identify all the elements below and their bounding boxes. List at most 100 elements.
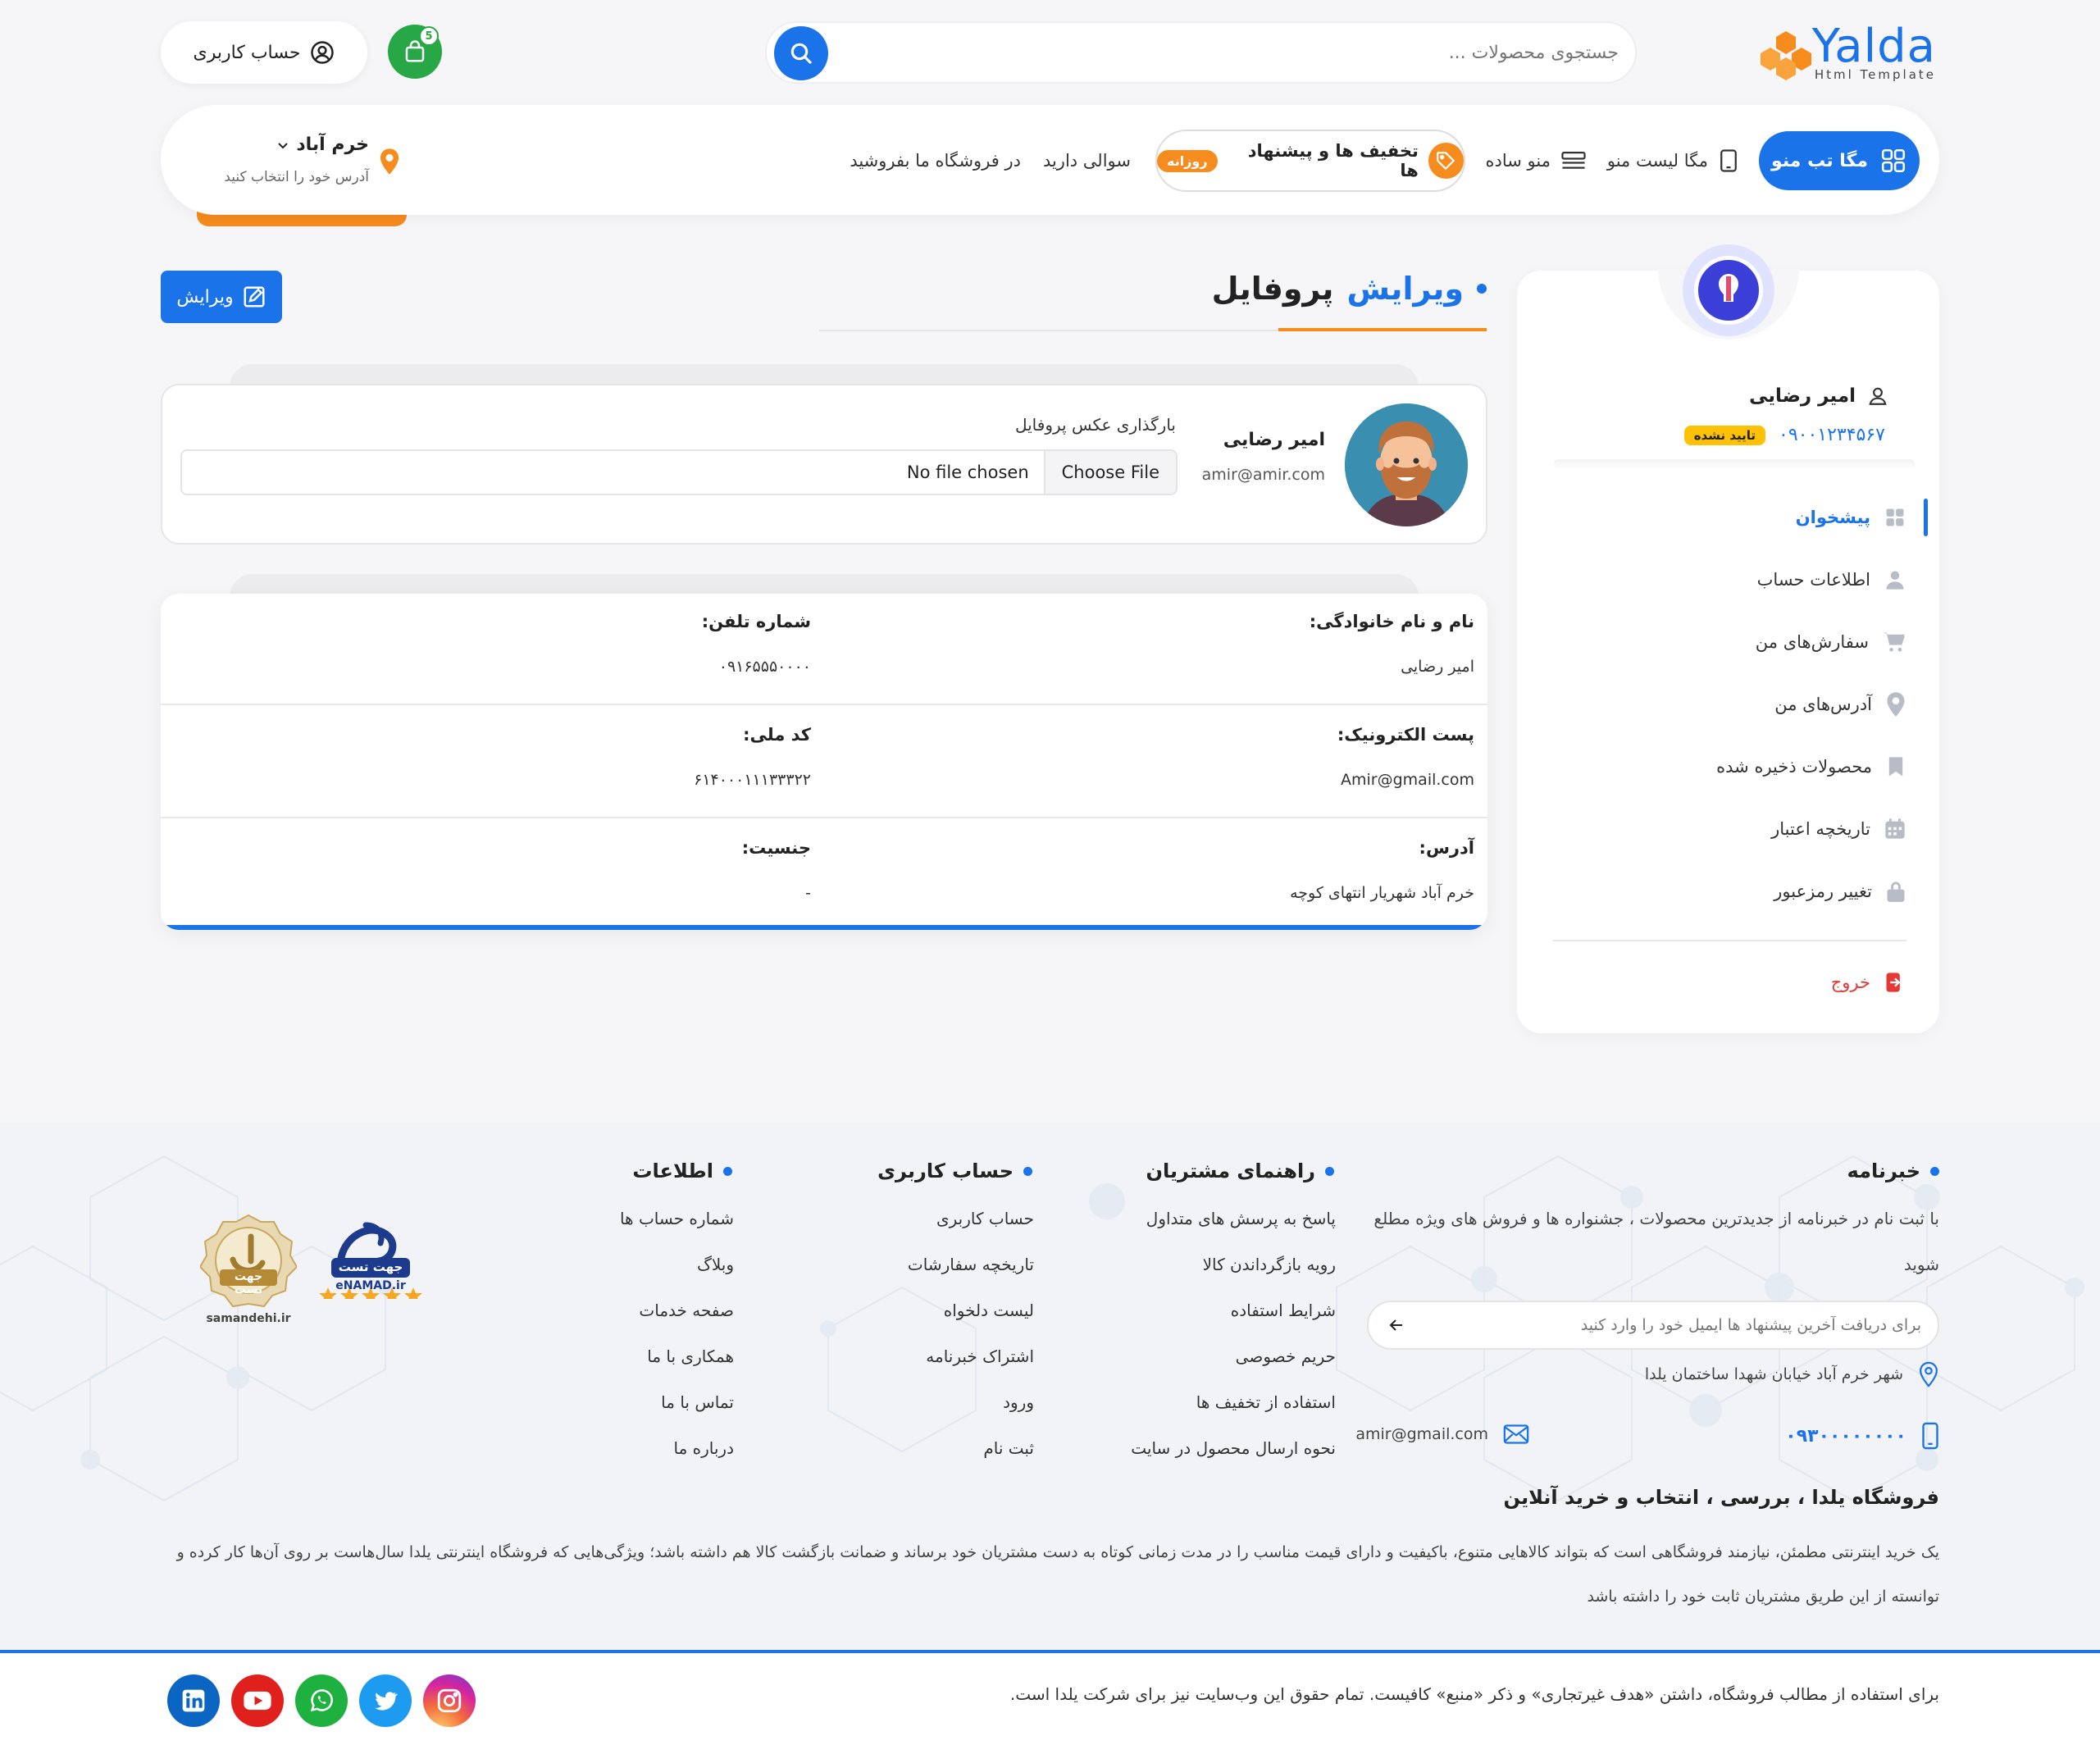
account-info-card: نام و نام خانوادگی: امیر رضایی شماره تلف…: [161, 594, 1487, 930]
search-input[interactable]: [881, 23, 1619, 82]
location-city: خرم آباد: [276, 134, 369, 155]
map-pin-icon: [1887, 692, 1905, 717]
footer-about-text: یک خرید اینترنتی مطمئن، نیازمند فروشگاهی…: [176, 1543, 1939, 1606]
nav-sell[interactable]: در فروشگاه ما بفروشید: [850, 131, 1021, 190]
nav-mega-list-menu[interactable]: مگا لیست منو: [1607, 131, 1739, 190]
copyright-bar: برای استفاده از مطالب فروشگاه، داشتن «هد…: [0, 1650, 2100, 1745]
footer-link[interactable]: استفاده از تخفیف ها: [1196, 1392, 1336, 1412]
choose-file-button[interactable]: Choose File: [1043, 451, 1176, 494]
footer-link[interactable]: شماره حساب ها: [620, 1209, 734, 1228]
user-silhouette-icon: [1886, 571, 1904, 590]
title-underline-accent: [1278, 328, 1487, 331]
footer-phone[interactable]: ۰۹۳۰۰۰۰۰۰۰۰: [1785, 1422, 1939, 1450]
samandehi-badge[interactable]: جهت تست samandehi.ir: [198, 1212, 298, 1335]
whatsapp-button[interactable]: [295, 1674, 348, 1727]
nav-mega-tab-label: مگا تب منو: [1771, 150, 1868, 171]
gender-label: جنسیت:: [741, 838, 811, 858]
sidebar-item-label: پیشخوان: [1795, 508, 1870, 527]
cart-button[interactable]: 5: [388, 25, 442, 79]
sidebar-item-credit-history[interactable]: تاریخچه اعتبار: [1771, 809, 1906, 850]
location-selector[interactable]: خرم آباد آدرس خود را انتخاب کنید: [203, 130, 400, 195]
site-logo[interactable]: Yalda Html Template: [1756, 20, 1936, 82]
bearded-man-avatar-icon: [1345, 403, 1468, 526]
dashboard-icon: [1886, 508, 1904, 526]
newsletter-submit-arrow-icon[interactable]: [1383, 1312, 1410, 1338]
logout-icon: [1886, 973, 1901, 992]
sidebar-user-name-text: امیر رضایی: [1749, 385, 1856, 407]
sidebar-item-logout[interactable]: خروج: [1831, 962, 1906, 1003]
instagram-button[interactable]: [423, 1674, 476, 1727]
sidebar-divider: [1552, 940, 1906, 941]
bookmark-icon: [1888, 757, 1903, 777]
nav-offers[interactable]: تخفیف ها و پیشنهاد ها روزانه: [1155, 130, 1465, 192]
avatar: [1694, 256, 1763, 325]
footer-link[interactable]: لیست دلخواه: [944, 1301, 1034, 1320]
sidebar-avatar[interactable]: [1683, 244, 1774, 336]
location-city-text: خرم آباد: [296, 134, 369, 155]
phone-label: شماره تلفن:: [701, 612, 811, 631]
footer-link[interactable]: اشتراک خبرنامه: [926, 1346, 1034, 1366]
footer-link[interactable]: وبلاگ: [697, 1255, 734, 1274]
user-circle-icon: [311, 41, 335, 64]
footer-link[interactable]: حریم خصوصی: [1236, 1346, 1336, 1366]
site-footer: خبرنامه با ثبت نام در خبرنامه از جدیدتری…: [0, 1123, 2100, 1648]
sidebar-item-change-password[interactable]: تغییر رمزعبور: [1774, 871, 1906, 912]
footer-link[interactable]: صفحه خدمات: [639, 1301, 734, 1320]
footer-link[interactable]: تماس با ما: [661, 1392, 734, 1412]
edit-button-label: ویرایش: [176, 286, 234, 308]
footer-link[interactable]: درباره ما: [673, 1438, 734, 1458]
profile-avatar: [1345, 403, 1468, 526]
youtube-icon: [244, 1691, 271, 1711]
sidebar-phone-text: ۰۹۰۰۱۲۳۴۵۶۷: [1779, 425, 1885, 445]
footer-link[interactable]: شرایط استفاده: [1231, 1301, 1336, 1320]
sidebar-item-label: تاریخچه اعتبار: [1771, 819, 1870, 839]
footer-info-heading: اطلاعات: [632, 1160, 732, 1182]
location-pin-icon: [1920, 1361, 1938, 1387]
title-dot: [1477, 284, 1487, 294]
footer-link[interactable]: ثبت نام: [983, 1438, 1034, 1458]
sidebar-user-name: امیر رضایی: [1749, 385, 1888, 407]
nav-simple-menu[interactable]: منو ساده: [1486, 131, 1587, 190]
edit-profile-button[interactable]: ویرایش: [161, 271, 282, 323]
cart-icon: [1883, 632, 1905, 652]
sidebar-item-orders[interactable]: سفارش‌های من: [1756, 622, 1906, 663]
sidebar-header-separator: [1554, 459, 1915, 469]
main-nav: مگا تب منو مگا لیست منو منو ساده تخفیف ه…: [161, 105, 1939, 215]
info-row: پست الکترونیک: Amir@gmail.com کد ملی: ۶۱…: [161, 707, 1487, 818]
email-label: پست الکترونیک:: [1337, 725, 1474, 745]
nav-question[interactable]: سوالی دارید: [1043, 131, 1131, 190]
sidebar-item-label: تغییر رمزعبور: [1774, 882, 1872, 901]
twitter-button[interactable]: [359, 1674, 412, 1727]
footer-link[interactable]: پاسخ به پرسش های متداول: [1146, 1209, 1336, 1228]
footer-link[interactable]: ورود: [1003, 1392, 1034, 1412]
search-button[interactable]: [774, 26, 828, 80]
sidebar-item-dashboard[interactable]: پیشخوان: [1796, 497, 1906, 538]
footer-email[interactable]: amir@gmail.com: [1355, 1424, 1529, 1445]
active-indicator: [1924, 499, 1928, 536]
nav-mega-tab-menu[interactable]: مگا تب منو: [1759, 131, 1920, 190]
footer-link[interactable]: تاریخچه سفارشات: [908, 1255, 1034, 1274]
youtube-button[interactable]: [231, 1674, 284, 1727]
enamad-badge-caption: جهت تست: [338, 1260, 403, 1274]
footer-link[interactable]: رویه بازگرداندن کالا: [1203, 1255, 1336, 1274]
sidebar-item-addresses[interactable]: آدرس‌های من: [1774, 684, 1906, 725]
newsletter-email-input[interactable]: [1429, 1302, 1921, 1348]
footer-address-text: شهر خرم آباد خیابان شهدا ساختمان یلدا: [1644, 1365, 1903, 1383]
nav-question-label: سوالی دارید: [1042, 151, 1131, 171]
heading-dot: [723, 1166, 732, 1176]
guide-title: راهنمای مشتریان: [1146, 1160, 1315, 1182]
enamad-badge[interactable]: جهت تست eNAMAD.ir: [317, 1209, 425, 1332]
user-icon: [1869, 387, 1887, 405]
info-title: اطلاعات: [632, 1160, 713, 1182]
sidebar-item-saved-products[interactable]: محصولات ذخیره شده: [1716, 746, 1906, 787]
cart-count-badge: 5: [419, 26, 439, 46]
footer-link[interactable]: نحوه ارسال محصول در سایت: [1131, 1438, 1336, 1458]
profile-photo-file-input[interactable]: Choose File No file chosen: [180, 449, 1178, 495]
heading-dot: [1325, 1166, 1334, 1176]
footer-link[interactable]: حساب کاربری: [936, 1209, 1034, 1228]
newsletter-description: با ثبت نام در خبرنامه از جدیدترین محصولا…: [1373, 1209, 1939, 1274]
footer-link[interactable]: همکاری با ما: [647, 1346, 734, 1366]
linkedin-button[interactable]: [167, 1674, 220, 1727]
sidebar-item-account-info[interactable]: اطلاعات حساب: [1757, 559, 1906, 600]
account-button[interactable]: حساب کاربری: [161, 21, 367, 84]
